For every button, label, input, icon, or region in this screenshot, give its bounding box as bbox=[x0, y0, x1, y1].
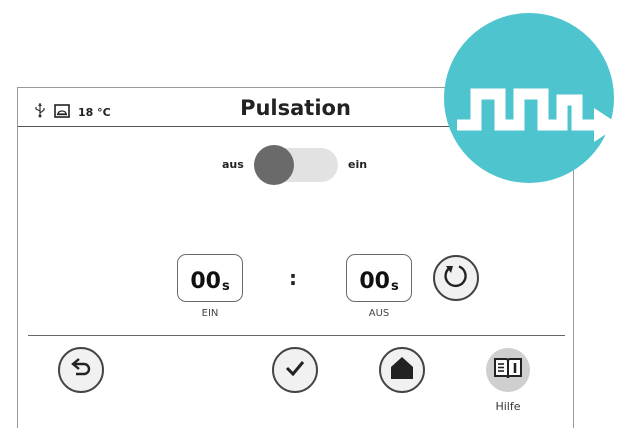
confirm-button[interactable] bbox=[272, 347, 318, 393]
aus-time-field[interactable]: 00 s bbox=[346, 254, 412, 302]
aus-time-value: 00 bbox=[359, 269, 390, 294]
home-icon bbox=[388, 354, 416, 386]
pulse-mode-badge bbox=[444, 13, 614, 183]
ein-time-field[interactable]: 00 s bbox=[177, 254, 243, 302]
pulse-toggle[interactable] bbox=[254, 145, 338, 185]
help-label: Hilfe bbox=[495, 400, 521, 413]
toolbar-divider bbox=[28, 335, 565, 336]
refresh-icon bbox=[442, 262, 470, 294]
back-arrow-icon bbox=[68, 355, 94, 385]
checkmark-icon bbox=[282, 355, 308, 385]
aus-time-unit: s bbox=[390, 279, 399, 294]
aus-time-label: AUS bbox=[368, 308, 390, 319]
ein-time-label: EIN bbox=[201, 308, 219, 319]
ein-time-unit: s bbox=[221, 279, 230, 294]
manual-book-icon bbox=[493, 356, 523, 384]
home-button[interactable] bbox=[379, 347, 425, 393]
help-button[interactable] bbox=[486, 348, 530, 392]
time-separator: : bbox=[289, 266, 297, 290]
toggle-on-label: ein bbox=[348, 158, 368, 171]
reset-timer-button[interactable] bbox=[433, 255, 479, 301]
toggle-knob[interactable] bbox=[254, 145, 294, 185]
ein-time-value: 00 bbox=[190, 269, 221, 294]
toggle-off-label: aus bbox=[222, 158, 244, 171]
back-button[interactable] bbox=[58, 347, 104, 393]
